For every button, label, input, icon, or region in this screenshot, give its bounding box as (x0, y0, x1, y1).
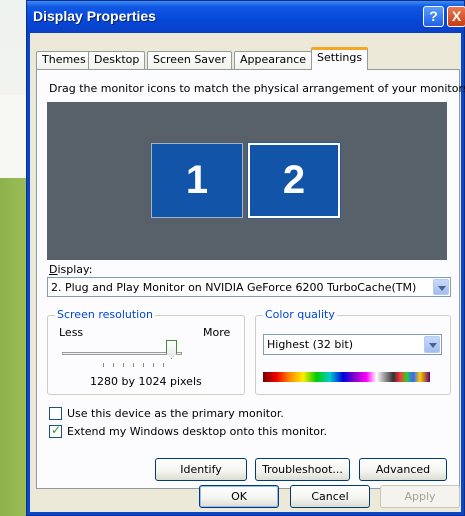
monitor-arrangement-area: 1 2 (47, 102, 447, 260)
troubleshoot-button[interactable]: Troubleshoot... (255, 458, 350, 481)
tab-appearance[interactable]: Appearance (234, 51, 313, 69)
color-quality-value: Highest (32 bit) (267, 338, 354, 351)
apply-button[interactable]: Apply (380, 485, 460, 508)
display-select-value: 2. Plug and Play Monitor on NVIDIA GeFor… (51, 281, 417, 294)
primary-monitor-label[interactable]: Use this device as the primary monitor. (67, 407, 284, 420)
extend-desktop-label[interactable]: Extend my Windows desktop onto this moni… (67, 425, 327, 438)
close-button[interactable]: X (447, 6, 465, 27)
window-title: Display Properties (33, 8, 156, 24)
display-select[interactable]: 2. Plug and Play Monitor on NVIDIA GeFor… (47, 277, 451, 297)
resolution-slider-thumb[interactable] (166, 340, 177, 359)
primary-monitor-checkbox[interactable] (49, 407, 62, 420)
tab-themes[interactable]: Themes (36, 51, 92, 69)
resolution-ticks (103, 363, 173, 367)
display-label-text: isplay: (57, 263, 93, 276)
monitor-1[interactable]: 1 (151, 143, 243, 218)
display-label: Display: (49, 263, 93, 276)
close-icon: X (451, 8, 462, 24)
screen-resolution-title: Screen resolution (55, 308, 155, 321)
resolution-more-label: More (203, 326, 231, 339)
chevron-down-icon[interactable] (424, 336, 440, 353)
color-spectrum-bar (263, 372, 430, 382)
settings-panel: Drag the monitor icons to match the phys… (36, 69, 465, 489)
tab-desktop[interactable]: Desktop (88, 51, 146, 69)
title-bar[interactable]: Display Properties ? X (27, 1, 465, 33)
tab-settings[interactable]: Settings (311, 47, 369, 70)
identify-button[interactable]: Identify (155, 458, 247, 481)
color-quality-group: Color quality Highest (32 bit) (255, 308, 451, 395)
extend-desktop-checkbox[interactable] (49, 423, 62, 438)
help-icon: ? (429, 8, 438, 24)
help-button[interactable]: ? (423, 6, 444, 27)
color-quality-select[interactable]: Highest (32 bit) (263, 334, 442, 355)
instructions-text: Drag the monitor icons to match the phys… (49, 82, 465, 95)
monitor-2[interactable]: 2 (247, 142, 341, 219)
resolution-value: 1280 by 1024 pixels (90, 375, 202, 388)
display-properties-window: Display Properties ? X Themes Desktop Sc… (26, 0, 465, 516)
chevron-down-icon[interactable] (433, 279, 449, 295)
tab-screen-saver[interactable]: Screen Saver (147, 51, 232, 69)
resolution-less-label: Less (59, 326, 84, 339)
advanced-button[interactable]: Advanced (359, 458, 447, 481)
screen-resolution-group: Screen resolution Less More 1280 by 1024… (47, 308, 245, 395)
dialog-body: Themes Desktop Screen Saver Appearance S… (30, 33, 465, 512)
ok-button[interactable]: OK (199, 485, 279, 508)
cancel-button[interactable]: Cancel (290, 485, 370, 508)
resolution-slider-track[interactable] (62, 352, 182, 355)
color-quality-title: Color quality (263, 308, 337, 321)
